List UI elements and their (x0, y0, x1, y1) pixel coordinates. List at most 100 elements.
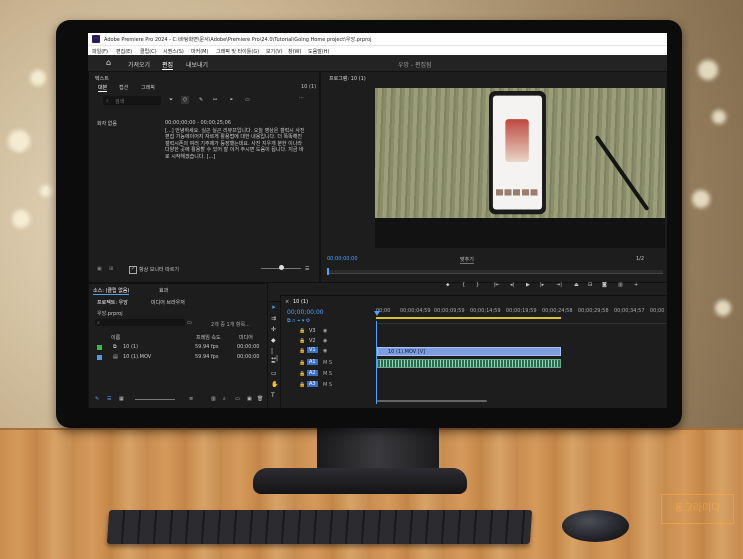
selection-tool-icon[interactable]: ➤ (271, 304, 276, 311)
workspace-export-tab[interactable]: 내보내기 (186, 60, 208, 69)
settings-icon[interactable]: ☰ (305, 266, 309, 272)
step-back-icon[interactable]: ◂| (510, 282, 514, 288)
list-view-icon[interactable]: ☰ (107, 396, 111, 402)
menu-graphics[interactable]: 그래픽 및 타이틀(G) (216, 48, 259, 55)
track-label[interactable]: A3 (307, 381, 318, 387)
extract-icon[interactable]: ⊟ (588, 282, 592, 288)
new-item-icon[interactable]: ▣ (247, 396, 252, 402)
project-search-input[interactable]: ⌕ (95, 319, 185, 326)
track-a1[interactable]: 🔒 A1 M S (281, 358, 667, 368)
lock-icon[interactable]: 🔒 (299, 338, 305, 344)
snap-icon[interactable]: ⧉ ∩ ⌖ ▾ ⚙ (287, 318, 310, 324)
track-a3[interactable]: 🔒 A3 M S (281, 380, 667, 390)
zoom-slider[interactable] (261, 265, 301, 270)
tab-project[interactable]: 프로젝트: 우앙 (97, 299, 128, 306)
column-media[interactable]: 미디어 (239, 334, 253, 341)
workspace-import-tab[interactable]: 가져오기 (128, 60, 150, 69)
menu-window[interactable]: 창(W) (288, 48, 301, 55)
track-v3[interactable]: 🔒 V3 ◉ (281, 326, 667, 336)
playhead-marker[interactable] (327, 268, 329, 275)
column-name[interactable]: 이름 (111, 334, 120, 341)
lock-icon[interactable]: 🔒 (299, 371, 305, 377)
program-timecode[interactable]: 00;00;00;00 (327, 256, 358, 262)
home-icon[interactable]: ⌂ (106, 59, 114, 67)
step-forward-icon[interactable]: |▸ (540, 282, 544, 288)
timeline-sequence-tab[interactable]: 10 (1) (293, 299, 308, 305)
column-frame-rate[interactable]: 프레임 속도 (196, 334, 221, 341)
close-icon[interactable]: × (285, 299, 289, 305)
pencil-icon[interactable]: ✎ (95, 396, 99, 402)
new-bin-icon[interactable]: ▭ (187, 320, 192, 326)
menu-help[interactable]: 도움말(H) (308, 48, 329, 55)
thumbnail-size-slider[interactable] (135, 399, 175, 400)
split-icon[interactable]: ⚯ (213, 97, 217, 103)
camera-icon[interactable]: ◙ (602, 282, 607, 288)
list-item[interactable]: ▤ 10 (1).MOV 59.94 fps 00;00;00 (95, 353, 261, 362)
lock-icon[interactable]: 🔒 (299, 382, 305, 388)
track-label[interactable]: A2 (307, 370, 318, 376)
marker-icon[interactable]: ⬥ (446, 282, 450, 288)
audio-clip[interactable] (377, 359, 561, 368)
eye-icon[interactable]: ◉ (323, 348, 327, 354)
transcript-text[interactable]: [...] 안녕하세요. 실곤 실곤 리뷰프입니다. 오늘 영상은 갤럭시 사진… (165, 128, 305, 160)
timeline-timecode[interactable]: 00;00;00;00 (287, 309, 324, 316)
new-bin-icon[interactable]: ▭ (235, 396, 240, 402)
lift-icon[interactable]: ⏏ (574, 282, 579, 288)
tab-graphics[interactable]: 그래픽 (141, 84, 155, 91)
mark-out-icon[interactable]: } (476, 282, 479, 288)
mute-icon[interactable]: M S (323, 371, 332, 377)
icon-view-icon[interactable]: ▦ (119, 396, 124, 402)
sort-icon[interactable]: ≡ (189, 396, 193, 402)
menu-file[interactable]: 파일(F) (92, 48, 108, 55)
automate-icon[interactable]: ▥ (211, 396, 216, 402)
workspace-edit-tab[interactable]: 편집 (162, 60, 174, 70)
hand-tool-icon[interactable]: ✋ (271, 381, 278, 388)
track-label[interactable]: A1 (307, 359, 318, 365)
find-icon[interactable]: ⌕ (223, 396, 226, 402)
panel-grid-icon[interactable]: ⊞ (109, 266, 113, 272)
track-select-tool-icon[interactable]: ⇉ (271, 315, 276, 322)
timeline-ruler[interactable]: 00;00 00;00;04;59 00;00;09;59 00;00;14;5… (374, 307, 666, 324)
menu-clip[interactable]: 클립(C) (140, 48, 157, 55)
lock-icon[interactable]: 🔒 (299, 348, 305, 354)
zoom-slider-handle[interactable] (279, 265, 284, 270)
play-icon[interactable]: ▶ (526, 282, 530, 288)
menu-edit[interactable]: 편집(E) (116, 48, 132, 55)
eye-icon[interactable]: ◉ (323, 338, 327, 344)
tab-transcript[interactable]: 대본 (98, 84, 108, 92)
merge-icon[interactable]: ⟨⟩ (181, 96, 189, 104)
transcript-search-input[interactable]: ⌕ 검색 (103, 96, 161, 105)
go-to-in-icon[interactable]: |⇤ (494, 282, 500, 288)
follow-checkbox[interactable]: ✓ (129, 266, 137, 274)
go-to-out-icon[interactable]: ⇥| (556, 282, 562, 288)
track-v1[interactable]: 🔒 V1 ◉ 10 (1).MOV [V] (281, 346, 667, 356)
lock-icon[interactable]: 🔒 (299, 328, 305, 334)
track-v2[interactable]: 🔒 V2 ◉ (281, 336, 667, 346)
pencil-icon[interactable]: ✎ (199, 97, 203, 103)
tab-source[interactable]: 소스: (클립 없음) (93, 287, 130, 295)
work-area-bar[interactable] (376, 317, 561, 319)
panel-view-icon[interactable]: ▣ (97, 266, 102, 272)
timeline-scrollbar[interactable] (377, 400, 487, 402)
fit-dropdown[interactable]: 맞추기 (460, 256, 474, 264)
lock-icon[interactable]: 🔒 (299, 360, 305, 366)
resolution-dropdown[interactable]: 1/2 (636, 256, 644, 262)
tab-media-browser[interactable]: 미디어 브라우저 (151, 299, 185, 306)
tab-effects[interactable]: 효과 (159, 287, 168, 294)
mark-in-icon[interactable]: { (462, 282, 465, 288)
filter-icon[interactable]: ⏷ (169, 97, 173, 103)
menu-sequence[interactable]: 시퀀스(S) (163, 48, 184, 55)
add-button-icon[interactable]: + (634, 282, 638, 288)
monitor-scrubber[interactable] (327, 268, 663, 275)
link-icon[interactable]: ⚭ (229, 97, 233, 103)
rectangle-tool-icon[interactable]: ▭ (271, 370, 277, 377)
comparison-icon[interactable]: ▥ (618, 282, 623, 288)
type-tool-icon[interactable]: T (271, 392, 275, 399)
menu-marker[interactable]: 마커(M) (191, 48, 208, 55)
menu-view[interactable]: 보기(V) (266, 48, 283, 55)
playhead[interactable] (374, 311, 380, 316)
more-icon[interactable]: ⋯ (299, 95, 304, 101)
razor-tool-icon[interactable]: ◆ (271, 337, 276, 344)
ripple-edit-tool-icon[interactable]: ✢ (271, 326, 276, 333)
eye-icon[interactable]: ◉ (323, 328, 327, 334)
